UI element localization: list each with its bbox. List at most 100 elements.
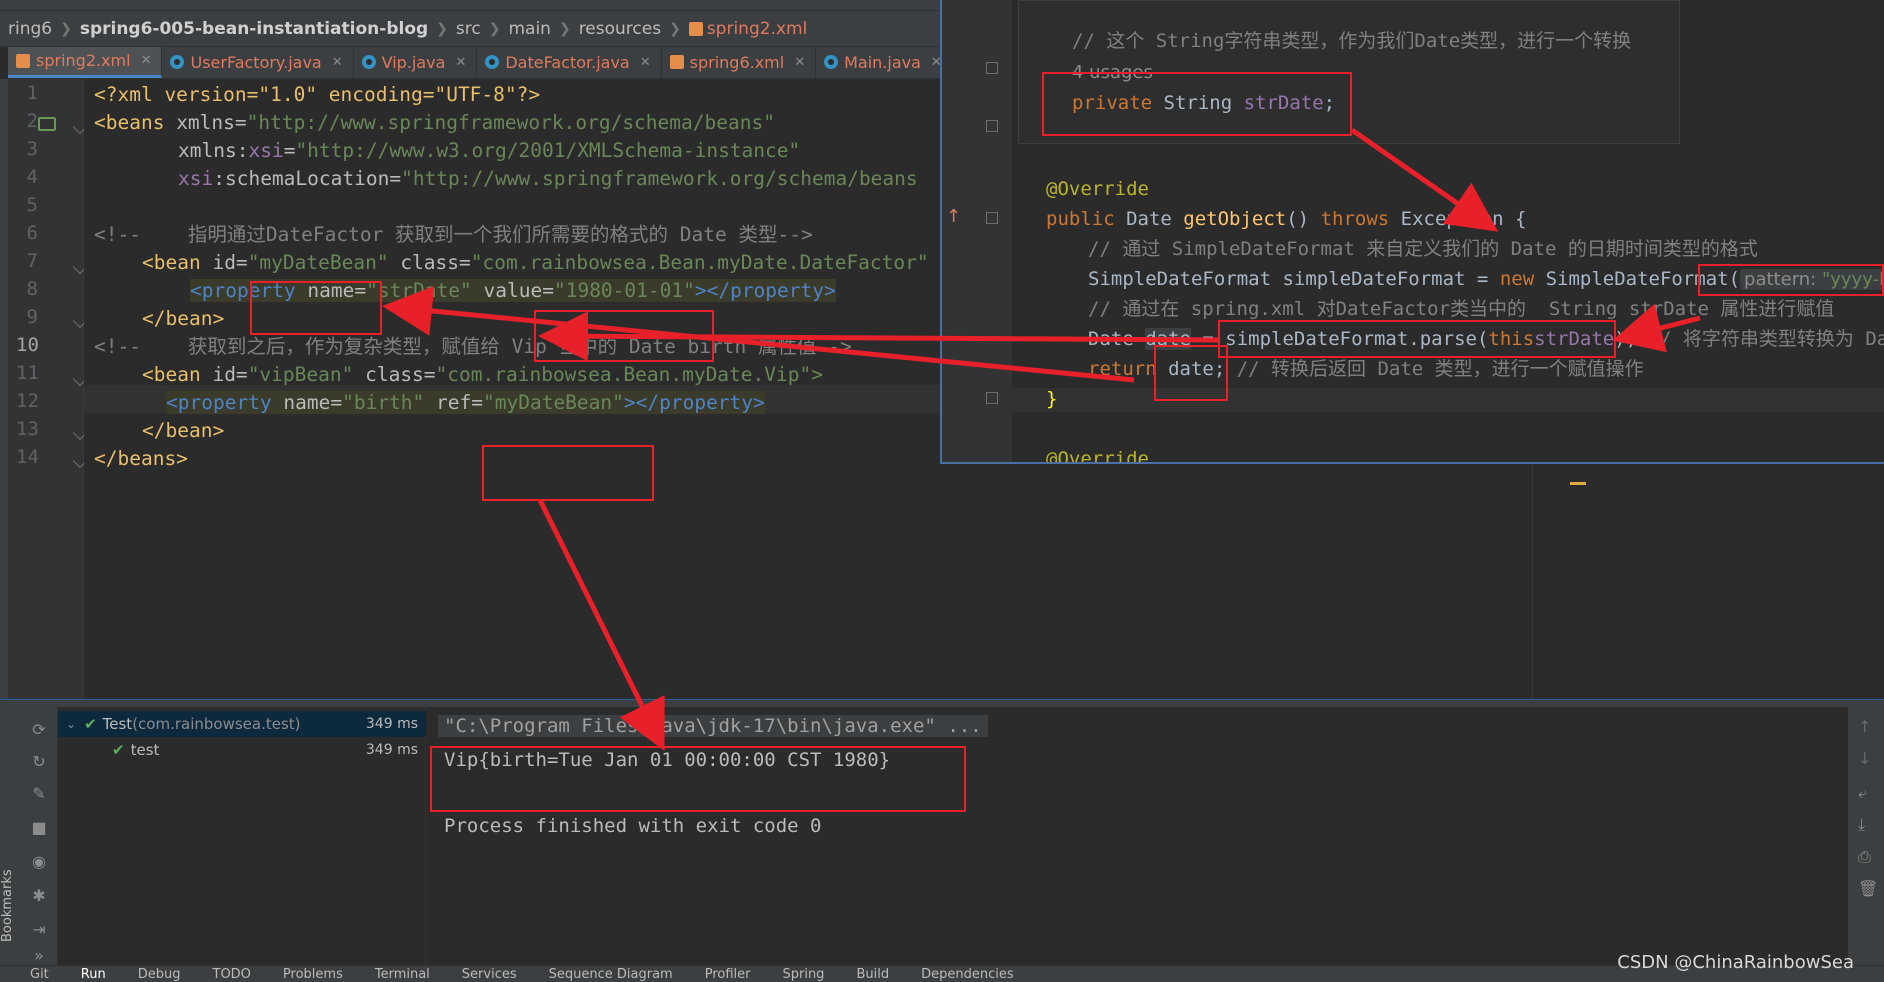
tab-main-java[interactable]: Main.java ✕ [816, 47, 953, 78]
line-number: 10 [16, 334, 39, 356]
tab-label: Vip.java [381, 52, 446, 72]
close-icon[interactable]: ✕ [794, 55, 805, 70]
test-suite-name: Test [102, 715, 133, 733]
scroll-down-icon[interactable]: ↓ [1858, 749, 1871, 768]
tab-label: Main.java [844, 52, 921, 72]
check-icon: ✔ [84, 715, 97, 733]
tool-tab-profiler[interactable]: Profiler [705, 967, 751, 982]
tab-spring2-xml[interactable]: spring2.xml ✕ [8, 47, 163, 78]
code-line: </bean> [142, 307, 225, 330]
breadcrumb-item[interactable]: src [456, 19, 481, 39]
override-arrow-icon[interactable]: ↑ [946, 206, 961, 227]
breadcrumb-item[interactable]: main [508, 19, 550, 39]
close-icon[interactable]: ✕ [332, 55, 343, 70]
line-number: 8 [26, 278, 38, 300]
line-number: 1 [26, 82, 38, 104]
code-line: <property name="birth" ref="myDateBean">… [166, 391, 765, 414]
code-line: <beans xmlns="http://www.springframework… [94, 111, 775, 134]
code-comment: <!-- 获取到之后，作为复杂类型，赋值给 Vip 当中的 Date birth… [94, 335, 852, 358]
line-gutter: 1 2 3 4 5 6 7 8 9 10 11 12 13 14 [8, 79, 116, 699]
tab-spring6-xml[interactable]: spring6.xml ✕ [662, 47, 817, 78]
chevron-down-icon[interactable]: ⌄ [66, 717, 76, 731]
spring-bean-icon[interactable] [38, 117, 56, 131]
fold-marker-icon[interactable] [986, 212, 998, 224]
tool-tab-sequence-diagram[interactable]: Sequence Diagram [549, 967, 673, 982]
tool-tab-build[interactable]: Build [856, 967, 889, 982]
tool-tab-debug[interactable]: Debug [138, 967, 181, 982]
java-class-icon [170, 55, 185, 69]
test-duration: 349 ms [365, 742, 418, 758]
tool-tab-services[interactable]: Services [462, 967, 517, 982]
rerun-icon[interactable]: ⟳ [30, 721, 48, 739]
breadcrumb-item[interactable]: spring2.xml [707, 19, 808, 39]
close-icon[interactable]: ✕ [141, 53, 152, 68]
fold-marker-icon[interactable] [986, 392, 998, 404]
close-icon[interactable]: ✕ [640, 55, 651, 70]
tool-tab-run[interactable]: Run [81, 967, 106, 982]
rerun-failed-icon[interactable]: ↻ [30, 753, 48, 771]
tab-label: UserFactory.java [190, 52, 322, 72]
tool-tab-problems[interactable]: Problems [283, 967, 343, 982]
bookmarks-tab[interactable]: Bookmarks [0, 852, 15, 942]
soft-wrap-icon[interactable]: ⤶ [1858, 783, 1867, 803]
code-line: xsi:schemaLocation="http://www.springfra… [178, 167, 918, 190]
breadcrumb: ring6 ❯ spring6-005-bean-instantiation-bl… [0, 11, 940, 47]
scroll-up-icon[interactable]: ↑ [1858, 717, 1871, 736]
line-number: 9 [26, 306, 38, 328]
tab-vip-java[interactable]: Vip.java ✕ [354, 47, 478, 78]
fold-marker-icon[interactable] [986, 62, 998, 74]
xml-file-icon [688, 21, 703, 36]
breadcrumb-item[interactable]: ring6 [8, 19, 52, 39]
fold-marker-icon[interactable] [986, 120, 998, 132]
chevron-right-icon: ❯ [488, 20, 501, 37]
print-icon[interactable]: ⎙ [1858, 847, 1871, 867]
close-icon[interactable]: ✕ [455, 55, 466, 70]
exit-icon[interactable]: ⇥ [30, 921, 48, 939]
line-number: 12 [16, 390, 39, 412]
code-line: public Date getObject() throws Exception… [1046, 208, 1527, 230]
code-line: </bean> [142, 419, 225, 442]
test-results-tree: ⌄ ✔ Test (com.rainbowsea.test) 349 ms ✔ … [58, 707, 426, 965]
tool-tab-todo[interactable]: TODO [213, 967, 251, 982]
text-caret [1570, 482, 1586, 485]
editor-tabs: spring2.xml ✕ UserFactory.java ✕ Vip.java ✕… [8, 47, 953, 79]
tool-tab-git[interactable]: Git [30, 967, 49, 982]
tool-tab-terminal[interactable]: Terminal [375, 967, 430, 982]
tab-label: spring6.xml [689, 52, 785, 72]
breadcrumb-item[interactable]: spring6-005-bean-instantiation-blog [80, 19, 428, 39]
chevron-right-icon: ❯ [436, 20, 448, 37]
tool-tab-dependencies[interactable]: Dependencies [921, 967, 1014, 982]
java-class-icon [485, 55, 500, 69]
xml-editor[interactable]: <?xml version="1.0" encoding="UTF-8"?> <… [84, 79, 944, 699]
annotation-box-mydatebean [250, 281, 382, 335]
tool-tab-spring[interactable]: Spring [782, 967, 824, 982]
test-duration: 349 ms [365, 716, 418, 732]
current-line-highlight [1012, 388, 1884, 412]
settings-icon[interactable]: ✱ [30, 887, 48, 905]
console-command: "C:\Program Files\Java\jdk-17\bin\java.e… [438, 711, 988, 741]
test-suite-row[interactable]: ⌄ ✔ Test (com.rainbowsea.test) 349 ms [58, 711, 426, 737]
line-number: 6 [26, 222, 38, 244]
code-line: xmlns:xsi="http://www.w3.org/2001/XMLSch… [178, 139, 801, 162]
code-comment: <!-- 指明通过DateFactor 获取到一个我们所需要的格式的 Date … [94, 223, 813, 246]
tab-datefactor-java[interactable]: DateFactor.java ✕ [477, 47, 662, 78]
java-class-icon [361, 55, 376, 69]
code-line: </beans> [94, 447, 188, 470]
test-case-row[interactable]: ✔ test 349 ms [58, 737, 426, 763]
tool-window-bar: Git Run Debug TODO Problems Terminal Ser… [0, 965, 1884, 982]
line-number: 13 [16, 418, 39, 440]
wrench-icon[interactable]: ✎ [30, 785, 48, 803]
tab-userfactory-java[interactable]: UserFactory.java ✕ [162, 47, 354, 78]
chevron-right-icon: ❯ [558, 20, 571, 37]
camera-icon[interactable]: ◉ [30, 853, 48, 871]
more-icon[interactable]: » [30, 947, 48, 965]
java-class-icon [824, 55, 839, 69]
breadcrumb-item[interactable]: resources [579, 19, 661, 39]
toolbar [0, 0, 940, 11]
code-annotation: @Override [1046, 178, 1149, 200]
panel-splitter[interactable] [0, 699, 1884, 707]
stop-icon[interactable]: ■ [30, 819, 48, 837]
scroll-to-end-icon[interactable]: ⤓ [1858, 815, 1865, 835]
code-line: <?xml version="1.0" encoding="UTF-8"?> [94, 83, 541, 106]
trash-icon[interactable]: 🗑 [1858, 879, 1878, 898]
